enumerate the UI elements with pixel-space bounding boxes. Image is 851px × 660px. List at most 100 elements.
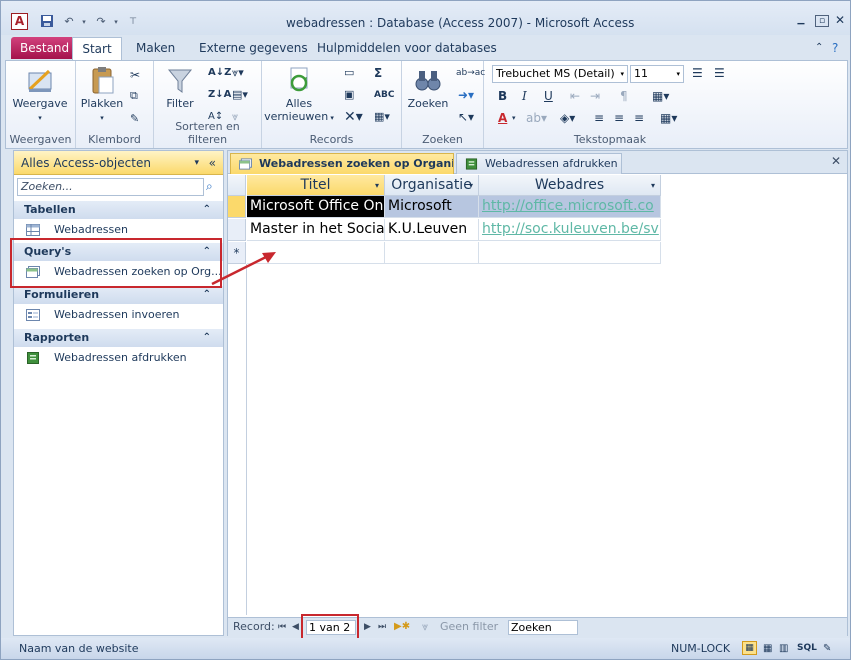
alles-vernieuwen-button[interactable]: Alles vernieuwen ▾	[264, 65, 334, 123]
first-record-icon[interactable]: ⏮	[278, 618, 286, 636]
datasheet-view-icon[interactable]: ▦	[742, 641, 757, 655]
new-record-nav-icon[interactable]: ▶✱	[394, 618, 410, 636]
plakken-button[interactable]: Plakken ▾	[80, 65, 124, 123]
bullet-list-icon[interactable]: ☰	[714, 65, 725, 81]
pivotchart-view-icon[interactable]: ▥	[779, 638, 788, 659]
select-all-corner[interactable]	[228, 175, 246, 196]
last-record-icon[interactable]: ⏭	[378, 618, 386, 636]
copy-icon[interactable]: ⧉	[130, 88, 138, 104]
alt-row-color-icon[interactable]: ▦▾	[660, 110, 677, 126]
record-search-field[interactable]: Zoeken	[508, 620, 578, 635]
underline-icon[interactable]: U	[544, 88, 553, 104]
selection-filter-icon[interactable]: ⩔▾	[232, 65, 244, 81]
tab-maken[interactable]: Maken	[127, 37, 184, 59]
save-icon[interactable]	[39, 14, 55, 30]
table-cell-link[interactable]: http://soc.kuleuven.be/sv	[479, 219, 661, 241]
column-dropdown-icon[interactable]: ▾	[651, 175, 655, 196]
select-icon[interactable]: ↖▾	[458, 109, 474, 125]
table-cell-link[interactable]: http://office.microsoft.co	[479, 196, 661, 218]
customize-quick-access-icon[interactable]: ⊤	[127, 14, 139, 30]
column-dropdown-icon[interactable]: ▾	[375, 175, 379, 196]
replace-icon[interactable]: ab→ac	[456, 65, 485, 81]
table-cell[interactable]: Master in het Sociaa	[247, 219, 385, 241]
filter-status[interactable]: Geen filter	[440, 618, 498, 636]
sort-descending-icon[interactable]: Z↓A	[208, 87, 231, 103]
spelling-icon[interactable]: ABC	[374, 87, 394, 103]
section-tabellen[interactable]: Tabellen ⌃	[14, 201, 223, 219]
previous-record-icon[interactable]: ◀	[292, 618, 299, 636]
design-view-status-icon[interactable]: ✎	[823, 638, 831, 659]
tab-externe-gegevens[interactable]: Externe gegevens	[190, 37, 317, 59]
nav-item-form[interactable]: Webadressen invoeren	[14, 305, 223, 325]
minimize-button[interactable]: ▁	[794, 15, 808, 27]
next-record-icon[interactable]: ▶	[364, 618, 371, 636]
font-size-select[interactable]: 11 ▾	[630, 65, 684, 83]
format-painter-icon[interactable]: ✎	[130, 111, 139, 127]
section-rapporten[interactable]: Rapporten ⌃	[14, 329, 223, 347]
weergave-button[interactable]: Weergave ▾	[12, 65, 68, 123]
nav-menu-dropdown-icon[interactable]: ▾	[194, 151, 199, 175]
tab-start[interactable]: Start	[72, 37, 122, 61]
section-formulieren[interactable]: Formulieren ⌃	[14, 286, 223, 304]
cut-icon[interactable]: ✂	[130, 67, 140, 83]
sql-view-icon[interactable]: SQL	[797, 638, 817, 659]
restore-button[interactable]: ▫	[815, 15, 829, 27]
rtl-icon[interactable]: ¶	[620, 88, 628, 104]
table-cell[interactable]: Microsoft Office Onl	[247, 196, 385, 218]
sort-ascending-icon[interactable]: A↓Z	[208, 65, 231, 81]
save-record-icon[interactable]: ▣	[344, 87, 354, 103]
delete-record-icon[interactable]: ✕▾	[344, 109, 363, 125]
align-left-icon[interactable]: ≡	[594, 110, 604, 126]
zoeken-button[interactable]: Zoeken	[406, 65, 450, 110]
new-row-cell[interactable]	[385, 242, 479, 264]
search-icon[interactable]: ⌕	[206, 179, 213, 194]
font-name-select[interactable]: Trebuchet MS (Detail) ▾	[492, 65, 628, 83]
numbered-list-icon[interactable]: ☰	[692, 65, 703, 81]
filter-button[interactable]: Filter	[158, 65, 202, 110]
nav-search-input[interactable]: Zoeken...	[17, 178, 204, 196]
table-cell[interactable]: K.U.Leuven	[385, 219, 479, 241]
bold-icon[interactable]: B	[498, 88, 507, 104]
nav-pane-header[interactable]: Alles Access-objecten ▾ «	[14, 151, 223, 175]
close-window-button[interactable]: ✕	[833, 14, 847, 27]
column-dropdown-icon[interactable]: ▾	[469, 175, 473, 196]
redo-dropdown-icon[interactable]: ▾	[111, 14, 121, 30]
column-header-titel[interactable]: Titel ▾	[247, 175, 385, 196]
advanced-filter-icon[interactable]: ▤▾	[232, 87, 248, 103]
shutter-bar-close-icon[interactable]: «	[209, 151, 216, 175]
tab-bestand[interactable]: Bestand	[11, 37, 79, 59]
italic-icon[interactable]: I	[522, 88, 527, 104]
doc-tab-report[interactable]: Webadressen afdrukken	[456, 153, 622, 174]
column-header-organisatie[interactable]: Organisatie ▾	[385, 175, 479, 196]
access-app-icon[interactable]: A	[11, 13, 28, 30]
table-cell[interactable]: Microsoft	[385, 196, 479, 218]
pivottable-view-icon[interactable]: ▦	[763, 638, 772, 659]
increase-indent-icon[interactable]: ⇥	[590, 88, 600, 104]
font-color-dropdown-icon[interactable]: ▾	[512, 110, 516, 126]
decrease-indent-icon[interactable]: ⇤	[570, 88, 580, 104]
align-center-icon[interactable]: ≡	[614, 110, 624, 126]
align-right-icon[interactable]: ≡	[634, 110, 644, 126]
goto-icon[interactable]: ➜▾	[458, 87, 474, 103]
undo-dropdown-icon[interactable]: ▾	[79, 14, 89, 30]
record-selector[interactable]	[228, 219, 246, 241]
fill-color-icon[interactable]: ◈▾	[560, 110, 575, 126]
new-row-cell[interactable]	[479, 242, 661, 264]
no-filter-icon[interactable]: ⩔	[422, 618, 428, 636]
highlight-icon[interactable]: ab▾	[526, 110, 547, 126]
help-icon[interactable]: ?	[823, 37, 847, 59]
totals-icon[interactable]: Σ	[374, 65, 382, 81]
gridlines-icon[interactable]: ▦▾	[652, 88, 669, 104]
nav-item-webadressen-table[interactable]: Webadressen	[14, 220, 223, 240]
tab-hulpmiddelen[interactable]: Hulpmiddelen voor databases	[308, 37, 506, 59]
close-document-icon[interactable]: ✕	[831, 154, 841, 168]
nav-item-report[interactable]: Webadressen afdrukken	[14, 348, 223, 368]
redo-icon[interactable]: ↷	[93, 14, 109, 30]
record-selector[interactable]	[228, 196, 246, 218]
column-header-webadres[interactable]: Webadres ▾	[479, 175, 661, 196]
font-color-icon[interactable]: A	[498, 110, 507, 126]
new-record-icon[interactable]: ▭	[344, 65, 354, 81]
undo-icon[interactable]: ↶	[61, 14, 77, 30]
more-records-icon[interactable]: ▦▾	[374, 109, 390, 125]
doc-tab-query[interactable]: Webadressen zoeken op Organisatie	[230, 153, 454, 174]
